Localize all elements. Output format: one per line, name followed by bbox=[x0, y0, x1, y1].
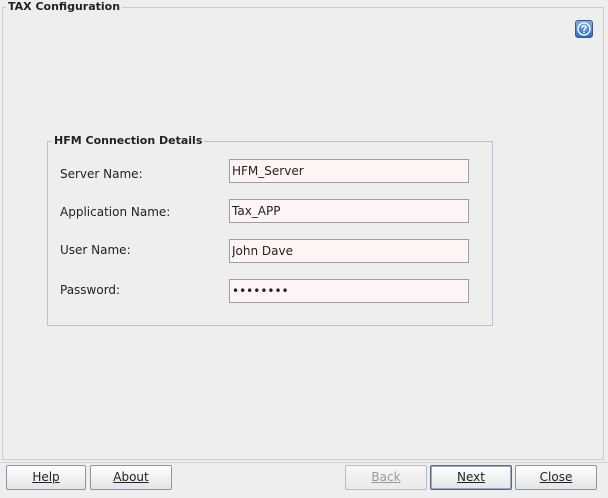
help-glyph-icon bbox=[577, 22, 591, 36]
application-name-label: Application Name: bbox=[60, 205, 171, 219]
close-button-label: Close bbox=[539, 470, 573, 484]
tax-configuration-window: TAX Configuration HFM Connection Details… bbox=[0, 0, 608, 498]
server-name-label: Server Name: bbox=[60, 167, 143, 181]
question-mark-help-icon[interactable] bbox=[575, 20, 593, 38]
back-button-label: Back bbox=[371, 470, 401, 484]
next-button-label: Next bbox=[457, 470, 485, 484]
server-name-input[interactable] bbox=[229, 159, 469, 183]
user-name-label: User Name: bbox=[60, 243, 131, 257]
next-button[interactable]: Next bbox=[430, 465, 512, 490]
help-button-label: Help bbox=[32, 470, 60, 484]
password-label: Password: bbox=[60, 283, 121, 297]
password-input[interactable] bbox=[229, 279, 469, 303]
application-name-input[interactable] bbox=[229, 199, 469, 223]
back-button[interactable]: Back bbox=[345, 465, 427, 490]
help-button[interactable]: Help bbox=[6, 465, 86, 490]
panel-title: TAX Configuration bbox=[6, 0, 123, 14]
about-button-label: About bbox=[113, 470, 149, 484]
about-button[interactable]: About bbox=[90, 465, 172, 490]
user-name-input[interactable] bbox=[229, 239, 469, 263]
hfm-connection-title: HFM Connection Details bbox=[52, 134, 205, 148]
close-button[interactable]: Close bbox=[515, 465, 597, 490]
